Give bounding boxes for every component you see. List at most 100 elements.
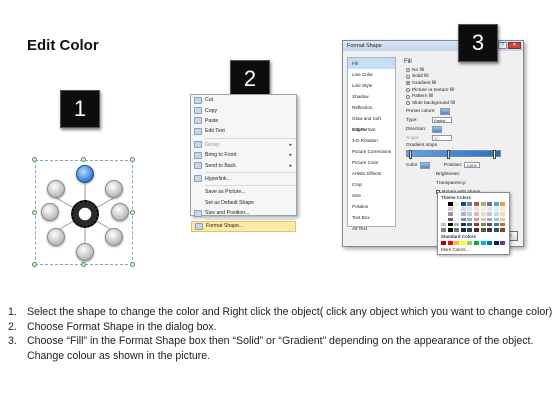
- color-swatch[interactable]: [454, 212, 460, 216]
- fill-option-radio[interactable]: Pattern fill: [406, 93, 520, 100]
- color-swatch[interactable]: [487, 212, 493, 216]
- color-swatch[interactable]: [473, 240, 479, 245]
- category-item[interactable]: Fill: [348, 58, 395, 69]
- color-swatch[interactable]: [441, 227, 446, 232]
- fill-option-radio[interactable]: No fill: [406, 67, 520, 74]
- resize-handle[interactable]: [130, 262, 135, 267]
- color-swatch[interactable]: [480, 207, 486, 211]
- color-swatch[interactable]: [480, 222, 486, 227]
- color-swatch[interactable]: [460, 240, 466, 245]
- category-item[interactable]: Crop: [348, 179, 395, 190]
- color-swatch[interactable]: [487, 227, 493, 232]
- color-picker-button[interactable]: [420, 161, 430, 169]
- color-swatch[interactable]: [480, 202, 486, 206]
- menu-item[interactable]: Group ▸: [191, 140, 296, 150]
- category-item[interactable]: Line Color: [348, 69, 395, 80]
- color-swatch[interactable]: [500, 207, 506, 211]
- resize-handle[interactable]: [81, 157, 86, 162]
- color-swatch[interactable]: [500, 217, 506, 222]
- gradient-stop[interactable]: [493, 149, 496, 159]
- menu-item[interactable]: Hyperlink...: [191, 174, 296, 184]
- color-swatch[interactable]: [467, 222, 473, 227]
- color-swatch[interactable]: [460, 222, 466, 227]
- color-swatch[interactable]: [460, 202, 466, 206]
- color-swatch[interactable]: [460, 212, 466, 216]
- color-swatch[interactable]: [447, 240, 453, 245]
- color-swatch[interactable]: [454, 227, 460, 232]
- color-swatch[interactable]: [473, 217, 479, 222]
- resize-handle[interactable]: [130, 210, 135, 215]
- color-swatch[interactable]: [493, 222, 499, 227]
- color-swatch[interactable]: [493, 240, 499, 245]
- category-item[interactable]: Glow and Soft Edges: [348, 113, 395, 132]
- category-item[interactable]: Shadow: [348, 91, 395, 102]
- selected-node[interactable]: [76, 165, 94, 183]
- color-swatch[interactable]: [480, 212, 486, 216]
- color-swatch[interactable]: [493, 207, 499, 211]
- color-swatch[interactable]: [447, 207, 453, 211]
- color-swatch[interactable]: [454, 222, 460, 227]
- color-swatch[interactable]: [454, 207, 460, 211]
- category-item[interactable]: Size: [348, 190, 395, 201]
- color-swatch[interactable]: [487, 207, 493, 211]
- color-swatch[interactable]: [493, 212, 499, 216]
- color-swatch[interactable]: [460, 227, 466, 232]
- color-swatch[interactable]: [500, 222, 506, 227]
- cycle-node[interactable]: [41, 203, 59, 221]
- menu-item[interactable]: Bring to Front ▸: [191, 150, 296, 160]
- category-item[interactable]: 3-D Format: [348, 124, 395, 135]
- resize-handle[interactable]: [81, 262, 86, 267]
- category-item[interactable]: Alt Text: [348, 223, 395, 234]
- position-input[interactable]: 100%: [464, 162, 481, 169]
- fill-option-radio[interactable]: Gradient fill: [406, 80, 520, 87]
- cycle-node[interactable]: [105, 180, 123, 198]
- color-swatch[interactable]: [454, 217, 460, 222]
- menu-item[interactable]: Paste: [191, 116, 296, 126]
- menu-item[interactable]: Set as Default Shape: [191, 198, 296, 208]
- category-item[interactable]: Position: [348, 201, 395, 212]
- category-item[interactable]: Line Style: [348, 80, 395, 91]
- more-colors-link[interactable]: More Colors...: [441, 247, 506, 252]
- color-swatch[interactable]: [460, 207, 466, 211]
- color-swatch[interactable]: [447, 212, 453, 216]
- menu-item[interactable]: Save as Picture...: [191, 187, 296, 197]
- color-swatch[interactable]: [467, 227, 473, 232]
- menu-item[interactable]: Cut: [191, 95, 296, 105]
- cycle-diagram[interactable]: [32, 157, 135, 267]
- color-swatch[interactable]: [441, 217, 446, 222]
- color-swatch[interactable]: [467, 207, 473, 211]
- color-swatch[interactable]: [487, 217, 493, 222]
- color-swatch[interactable]: [493, 217, 499, 222]
- menu-item[interactable]: Edit Text: [191, 126, 296, 136]
- color-swatch[interactable]: [473, 202, 479, 206]
- help-button[interactable]: ?: [498, 42, 507, 49]
- color-swatch[interactable]: [441, 240, 446, 245]
- color-swatch[interactable]: [441, 202, 446, 206]
- color-swatch[interactable]: [500, 212, 506, 216]
- category-item[interactable]: Picture Corrections: [348, 146, 395, 157]
- angle-input[interactable]: 90°: [432, 135, 452, 142]
- category-item[interactable]: Picture Color: [348, 157, 395, 168]
- cycle-node[interactable]: [76, 243, 94, 261]
- color-swatch[interactable]: [447, 222, 453, 227]
- color-swatch[interactable]: [493, 227, 499, 232]
- gradient-stop[interactable]: [447, 149, 450, 159]
- color-swatch[interactable]: [473, 212, 479, 216]
- menu-item[interactable]: Size and Position...: [191, 208, 296, 218]
- resize-handle[interactable]: [32, 157, 37, 162]
- gradient-stops-slider[interactable]: [406, 149, 501, 159]
- color-swatch[interactable]: [447, 217, 453, 222]
- color-swatch[interactable]: [473, 222, 479, 227]
- color-swatch[interactable]: [441, 212, 446, 216]
- fill-option-radio[interactable]: Solid fill: [406, 74, 520, 81]
- menu-item[interactable]: Format Shape...: [191, 221, 296, 232]
- category-item[interactable]: Artistic Effects: [348, 168, 395, 179]
- color-swatch[interactable]: [454, 240, 460, 245]
- color-swatch[interactable]: [493, 202, 499, 206]
- color-swatch[interactable]: [447, 202, 453, 206]
- fill-option-radio[interactable]: Slide background fill: [406, 100, 520, 107]
- close-icon[interactable]: ✕: [508, 42, 521, 49]
- type-select[interactable]: Radial: [432, 117, 452, 124]
- preset-colors-button[interactable]: [440, 107, 450, 115]
- color-swatch[interactable]: [467, 240, 473, 245]
